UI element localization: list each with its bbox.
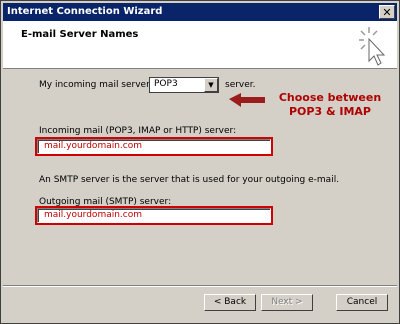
outgoing-mail-highlight bbox=[35, 206, 273, 225]
incoming-type-suffix: server. bbox=[225, 80, 256, 90]
next-button[interactable]: Next > bbox=[261, 294, 313, 311]
callout-line1: Choose between bbox=[278, 91, 382, 104]
incoming-mail-highlight bbox=[35, 137, 273, 156]
incoming-mail-label: Incoming mail (POP3, IMAP or HTTP) serve… bbox=[39, 126, 237, 136]
close-button[interactable]: ✕ bbox=[379, 5, 395, 19]
window-title: Internet Connection Wizard bbox=[7, 6, 163, 17]
back-button[interactable]: < Back bbox=[204, 294, 256, 311]
incoming-server-type-value: POP3 bbox=[154, 79, 178, 89]
incoming-server-type-select[interactable]: POP3 ▼ bbox=[149, 77, 219, 93]
callout-annotation: Choose between POP3 & IMAP bbox=[265, 91, 395, 119]
cancel-button[interactable]: Cancel bbox=[336, 294, 388, 311]
callout-arrow-icon bbox=[229, 93, 265, 107]
title-bar: Internet Connection Wizard ✕ bbox=[3, 3, 397, 21]
page-title: E-mail Server Names bbox=[21, 29, 139, 40]
chevron-down-icon[interactable]: ▼ bbox=[204, 78, 218, 92]
wizard-header: E-mail Server Names bbox=[3, 21, 397, 69]
cursor-click-icon bbox=[359, 27, 386, 66]
callout-line2: POP3 & IMAP bbox=[289, 105, 371, 118]
smtp-description: An SMTP server is the server that is use… bbox=[39, 175, 340, 185]
footer-divider bbox=[3, 285, 397, 287]
wizard-window: Internet Connection Wizard ✕ E-mail Serv… bbox=[0, 0, 400, 324]
